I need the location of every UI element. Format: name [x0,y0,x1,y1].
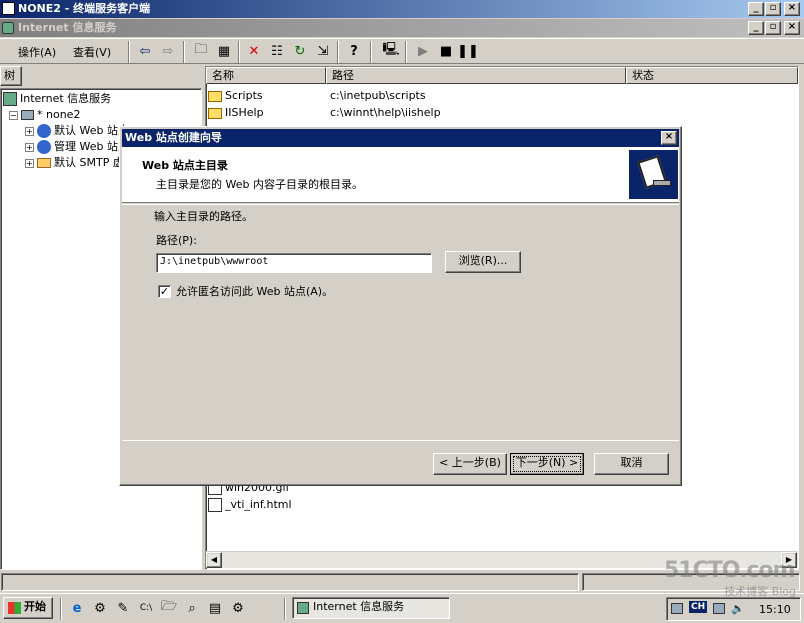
next-button[interactable]: 下一步(N) > [510,453,584,475]
start-service-icon[interactable]: ▶ [412,40,434,62]
dialog-titlebar[interactable]: Web 站点创建向导 × [122,129,679,147]
wizard-subheading: 主目录是您的 Web 内容子目录的根目录。 [156,178,363,191]
menu-view[interactable]: 查看(V) [73,44,111,60]
menu-action[interactable]: 操作(A) [18,44,56,60]
wizard-logo-icon [629,150,678,199]
html-file-icon [208,498,222,512]
clock[interactable]: 15:10 [759,603,791,616]
globe-icon [37,140,51,154]
list-item[interactable]: Scripts c:\inetpub\scripts [208,88,788,104]
outer-minimize-button[interactable]: _ [748,2,764,16]
anon-access-checkbox[interactable]: ✓ [158,285,171,298]
help-icon[interactable]: ? [343,40,365,62]
taskbar: 开始 e ⚙ ✎ C:\ 🗁 ⌕ ▤ ⚙ Internet 信息服务 CH 🔈 … [0,593,804,623]
outer-close-button[interactable]: × [784,2,800,16]
windows-logo-icon [8,602,21,614]
quicklaunch-notepad-icon[interactable]: ✎ [112,597,134,619]
dialog-title: Web 站点创建向导 [125,131,222,144]
mmc-title: Internet 信息服务 [18,21,117,34]
dialog-close-button[interactable]: × [661,131,677,145]
mail-icon [37,158,51,168]
export-icon[interactable]: ⇲ [312,40,334,62]
computer-icon[interactable]: 🖳 [380,40,402,62]
collapse-icon[interactable]: − [9,110,18,120]
volume-icon[interactable]: 🔈 [731,602,745,615]
scroll-left-button[interactable]: ◀ [206,552,222,568]
quicklaunch-folder-icon[interactable]: 🗁 [158,597,180,619]
back-icon[interactable]: ⇦ [134,40,156,62]
ie-icon[interactable]: e [66,597,88,619]
wizard-heading: Web 站点主目录 [142,159,228,172]
expand-icon[interactable]: + [25,158,34,168]
column-status[interactable]: 状态 [626,67,798,84]
status-bar-right [582,573,800,591]
taskbar-task-iis[interactable]: Internet 信息服务 [292,597,450,619]
system-tray: CH 🔈 15:10 [666,597,801,621]
language-indicator[interactable]: CH [689,601,708,613]
folder-icon [208,107,222,119]
path-label: 路径(P): [156,234,197,247]
stop-service-icon[interactable]: ■ [435,40,457,62]
outer-titlebar[interactable]: NONE2 - 终端服务客户端 _ ▫ × [0,0,804,18]
outer-maximize-button[interactable]: ▫ [765,2,781,16]
wizard-header: Web 站点主目录 主目录是您的 Web 内容子目录的根目录。 [122,147,679,203]
quicklaunch-mmc-icon[interactable]: ⚙ [89,597,111,619]
mmc-maximize-button[interactable]: ▫ [765,21,781,35]
list-item[interactable]: IISHelp c:\winnt\help\iishelp [208,105,788,121]
path-prompt: 输入主目录的路径。 [154,210,253,223]
tree-server[interactable]: − * none2 [3,107,199,123]
expand-icon[interactable]: + [25,142,34,152]
mmc-minimize-button[interactable]: _ [748,21,764,35]
tree-root[interactable]: Internet 信息服务 [3,91,199,107]
scroll-right-button[interactable]: ▶ [781,552,797,568]
settings-icon[interactable]: ⚙ [227,597,249,619]
computer-icon [21,110,34,120]
column-name[interactable]: 名称 [206,67,326,84]
status-bar-left [1,573,579,591]
list-item[interactable]: _vti_inf.html [208,497,292,513]
iis-icon [2,22,14,34]
monitor-icon[interactable] [713,603,725,614]
wizard-dialog: Web 站点创建向导 × Web 站点主目录 主目录是您的 Web 内容子目录的… [119,126,682,486]
iis-icon [297,602,309,614]
network-icon[interactable] [671,603,683,614]
forward-icon[interactable]: ⇨ [157,40,179,62]
search-icon[interactable]: ⌕ [181,597,203,619]
column-path[interactable]: 路径 [326,67,626,84]
path-input[interactable]: J:\inetpub\wwwroot [156,253,432,273]
globe-icon [37,124,51,138]
mmc-titlebar[interactable]: Internet 信息服务 _ ▫ × [0,19,804,37]
back-button[interactable]: < 上一步(B) [433,453,507,475]
start-button[interactable]: 开始 [3,597,53,619]
folder-icon [208,90,222,102]
terminal-icon [2,2,15,15]
horizontal-scrollbar[interactable]: ◀ ▶ [206,551,798,568]
show-tree-icon[interactable]: ▦ [213,40,235,62]
properties-icon[interactable]: ☷ [266,40,288,62]
iis-icon [3,92,17,106]
cmd-icon[interactable]: C:\ [135,597,157,619]
document-icon[interactable]: ▤ [204,597,226,619]
browse-button[interactable]: 浏览(R)... [445,251,521,273]
refresh-icon[interactable]: ↻ [289,40,311,62]
toolbar: 操作(A) 查看(V) ⇦ ⇨ 🗀 ▦ ✕ ☷ ↻ ⇲ ? 🖳 ▶ ■ ❚❚ [0,38,804,64]
cancel-button[interactable]: 取消 [594,453,669,475]
up-folder-icon[interactable]: 🗀 [190,40,212,62]
tree-header: 树 [0,66,22,86]
mmc-close-button[interactable]: × [784,21,800,35]
expand-icon[interactable]: + [25,126,34,136]
delete-icon[interactable]: ✕ [243,40,265,62]
pause-service-icon[interactable]: ❚❚ [457,40,479,62]
outer-title: NONE2 - 终端服务客户端 [18,2,151,15]
